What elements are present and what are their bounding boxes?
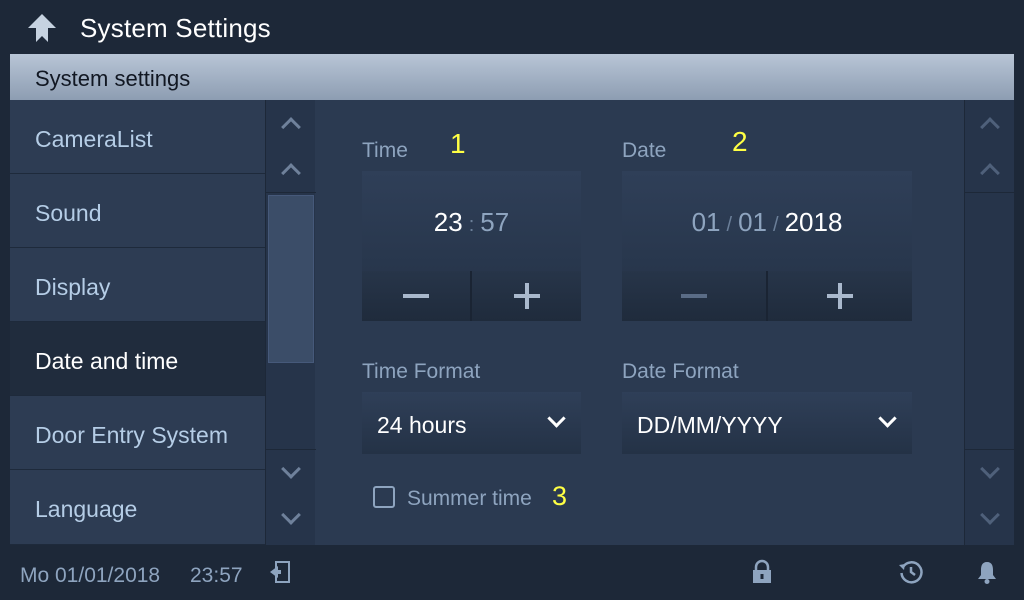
app-title: System Settings (80, 13, 271, 43)
annotation-marker-3: 3 (552, 481, 568, 511)
content-scroll-up-button[interactable] (965, 146, 1014, 192)
date-decrement-button[interactable] (622, 271, 766, 321)
sidebar-item-label: Display (35, 274, 111, 300)
logout-icon (270, 561, 290, 583)
date-format-label: Date Format (622, 360, 739, 383)
time-value: 23:57 (362, 207, 581, 238)
panel-header: System settings (10, 54, 1014, 100)
sidebar-item-label: Date and time (35, 348, 179, 374)
chevron-down-icon (878, 409, 897, 428)
header-bar: System Settings (0, 0, 1024, 54)
panel-title: System settings (35, 66, 191, 91)
sidebar-item-label: CameraList (35, 126, 153, 152)
time-decrement-button[interactable] (362, 271, 470, 321)
time-spinner: 23:57 (362, 171, 581, 321)
sidebar-item-label: Sound (35, 200, 102, 226)
back-button[interactable] (22, 10, 62, 46)
scroll-track[interactable] (266, 192, 316, 450)
chevron-up-icon (281, 163, 301, 183)
content-scroll-down-button[interactable] (965, 450, 1014, 496)
scroll-down-button[interactable] (266, 450, 316, 496)
status-time: 23:57 (190, 564, 243, 587)
back-arrow-icon (28, 14, 56, 42)
chevron-up-icon (980, 163, 1000, 183)
date-separator: / (726, 214, 733, 236)
time-format-select[interactable]: 24 hours (362, 392, 581, 454)
date-spinner: 01/01/2018 (622, 171, 912, 321)
date-year[interactable]: 2018 (785, 207, 843, 237)
sidebar-item-label: Language (35, 496, 138, 522)
status-bar: Mo 01/01/2018 23:57 (0, 545, 1024, 600)
date-format-select[interactable]: DD/MM/YYYY (622, 392, 912, 454)
lock-icon (753, 559, 771, 583)
sidebar-item-cameralist[interactable]: CameraList (10, 100, 265, 174)
bell-icon (978, 562, 996, 584)
lock-button[interactable] (747, 557, 777, 587)
scroll-page-up-button[interactable] (266, 100, 316, 146)
content-scroll-page-up-button[interactable] (965, 100, 1014, 146)
plus-icon (513, 283, 540, 309)
date-time-content: Time 1 Date 2 23:57 01/01/2018 Time Form… (316, 100, 964, 545)
time-separator: : (468, 214, 475, 236)
chevron-down-icon (980, 459, 1000, 479)
content-scroll-page-down-button[interactable] (965, 496, 1014, 542)
chevron-down-icon (547, 409, 566, 428)
history-icon (899, 561, 923, 584)
chevron-down-icon (281, 505, 301, 525)
time-label: Time (362, 139, 408, 162)
sidebar-item-label: Door Entry System (35, 422, 228, 448)
plus-icon (827, 283, 853, 309)
date-format-value: DD/MM/YYYY (637, 412, 783, 438)
time-format-value: 24 hours (377, 412, 467, 438)
history-button[interactable] (896, 557, 926, 587)
chevron-up-icon (281, 117, 301, 137)
notification-button[interactable] (972, 557, 1002, 587)
annotation-marker-1: 1 (450, 128, 466, 159)
sidebar-scrollbar[interactable] (265, 100, 316, 545)
date-day[interactable]: 01 (692, 207, 721, 237)
minus-icon (681, 294, 707, 298)
scroll-thumb[interactable] (268, 195, 314, 363)
date-label: Date (622, 139, 667, 162)
date-increment-button[interactable] (768, 271, 912, 321)
sidebar-item-language[interactable]: Language (10, 470, 265, 545)
chevron-down-icon (980, 505, 1000, 525)
logout-button[interactable] (265, 557, 295, 587)
sidebar-item-date-and-time[interactable]: Date and time (10, 322, 265, 396)
scroll-page-down-button[interactable] (266, 496, 316, 542)
sidebar-item-display[interactable]: Display (10, 248, 265, 322)
app-window: System Settings System settings CameraLi… (0, 0, 1024, 600)
time-hours[interactable]: 23 (434, 207, 463, 237)
date-separator: / (773, 214, 779, 236)
sidebar-item-sound[interactable]: Sound (10, 174, 265, 248)
time-format-label: Time Format (362, 360, 481, 383)
minus-icon (403, 294, 429, 298)
date-value: 01/01/2018 (622, 207, 912, 238)
settings-panel: System settings CameraList Sound Display… (10, 54, 1014, 545)
chevron-up-icon (980, 117, 1000, 137)
status-date: Mo 01/01/2018 (20, 564, 161, 587)
time-increment-button[interactable] (472, 271, 581, 321)
scroll-up-button[interactable] (266, 146, 316, 192)
time-minutes[interactable]: 57 (480, 207, 509, 237)
settings-sidebar: CameraList Sound Display Date and time D… (10, 100, 265, 545)
chevron-down-icon (281, 459, 301, 479)
annotation-marker-2: 2 (732, 126, 748, 157)
date-month[interactable]: 01 (738, 207, 767, 237)
content-scrollbar[interactable] (964, 100, 1014, 545)
summer-time-label[interactable]: Summer time (407, 487, 532, 511)
summer-time-checkbox[interactable] (373, 486, 395, 508)
sidebar-item-door-entry-system[interactable]: Door Entry System (10, 396, 265, 470)
content-scroll-track[interactable] (965, 192, 1014, 450)
